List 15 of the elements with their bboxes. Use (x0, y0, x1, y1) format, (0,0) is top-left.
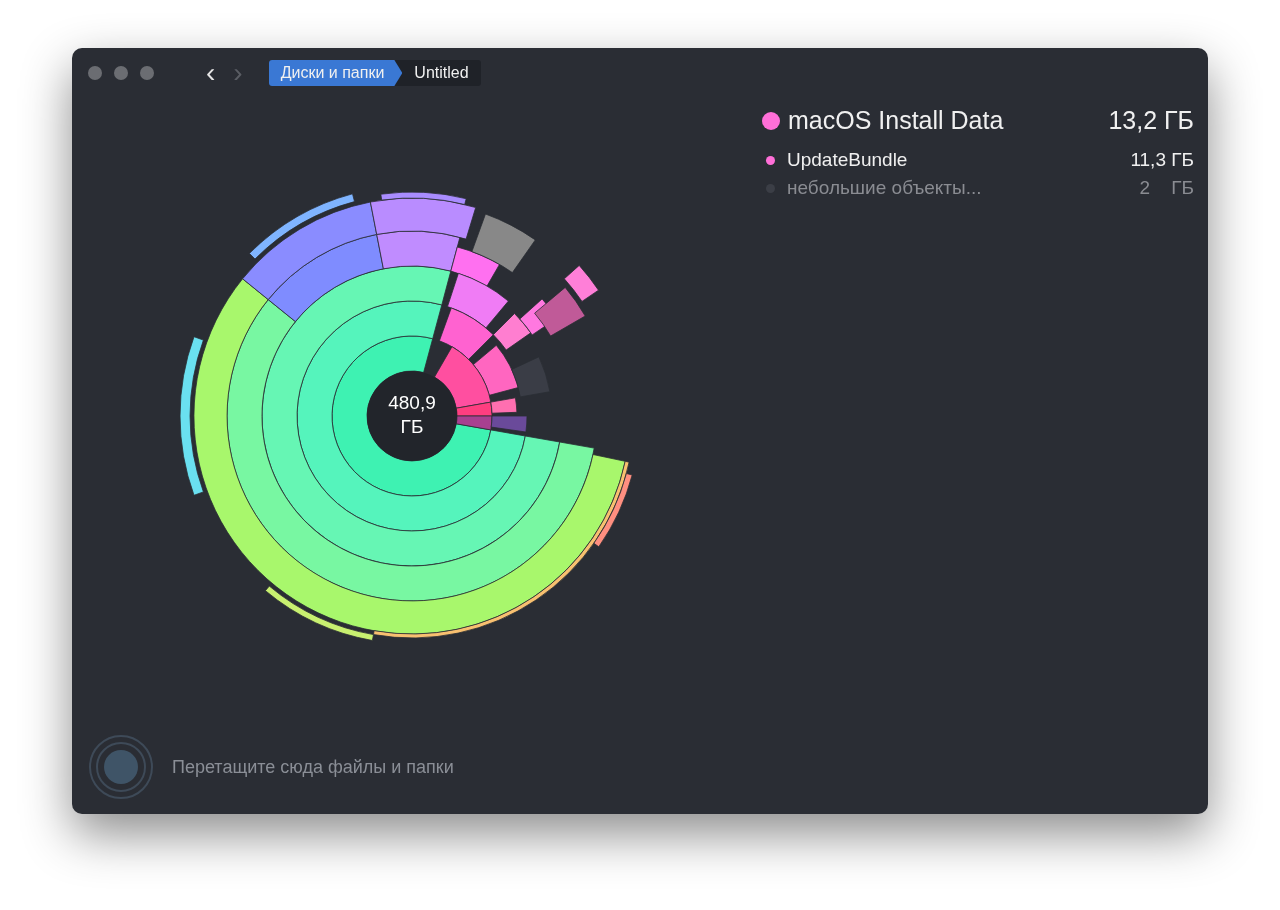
folder-size: 13,2 ГБ (1108, 106, 1194, 135)
window-control-dot[interactable] (88, 66, 102, 80)
item-size: 2 ГБ (1139, 177, 1194, 199)
back-button[interactable]: ‹ (200, 59, 222, 87)
drop-hint: Перетащите сюда файлы и папки (172, 756, 454, 778)
item-size: 11,3 ГБ (1130, 149, 1194, 171)
item-name[interactable]: UpdateBundle (787, 149, 1131, 171)
drop-target-icon[interactable] (88, 734, 154, 800)
total-size-label: 480,9 ГБ (387, 391, 437, 439)
item-name[interactable]: небольшие объекты... (787, 177, 1140, 199)
window-control-dot[interactable] (114, 66, 128, 80)
breadcrumb-item[interactable]: Диски и папки (268, 60, 403, 86)
window-control-dot[interactable] (140, 66, 154, 80)
folder-name: macOS Install Data (788, 106, 1005, 135)
breadcrumb-item[interactable]: Untitled (402, 60, 481, 86)
